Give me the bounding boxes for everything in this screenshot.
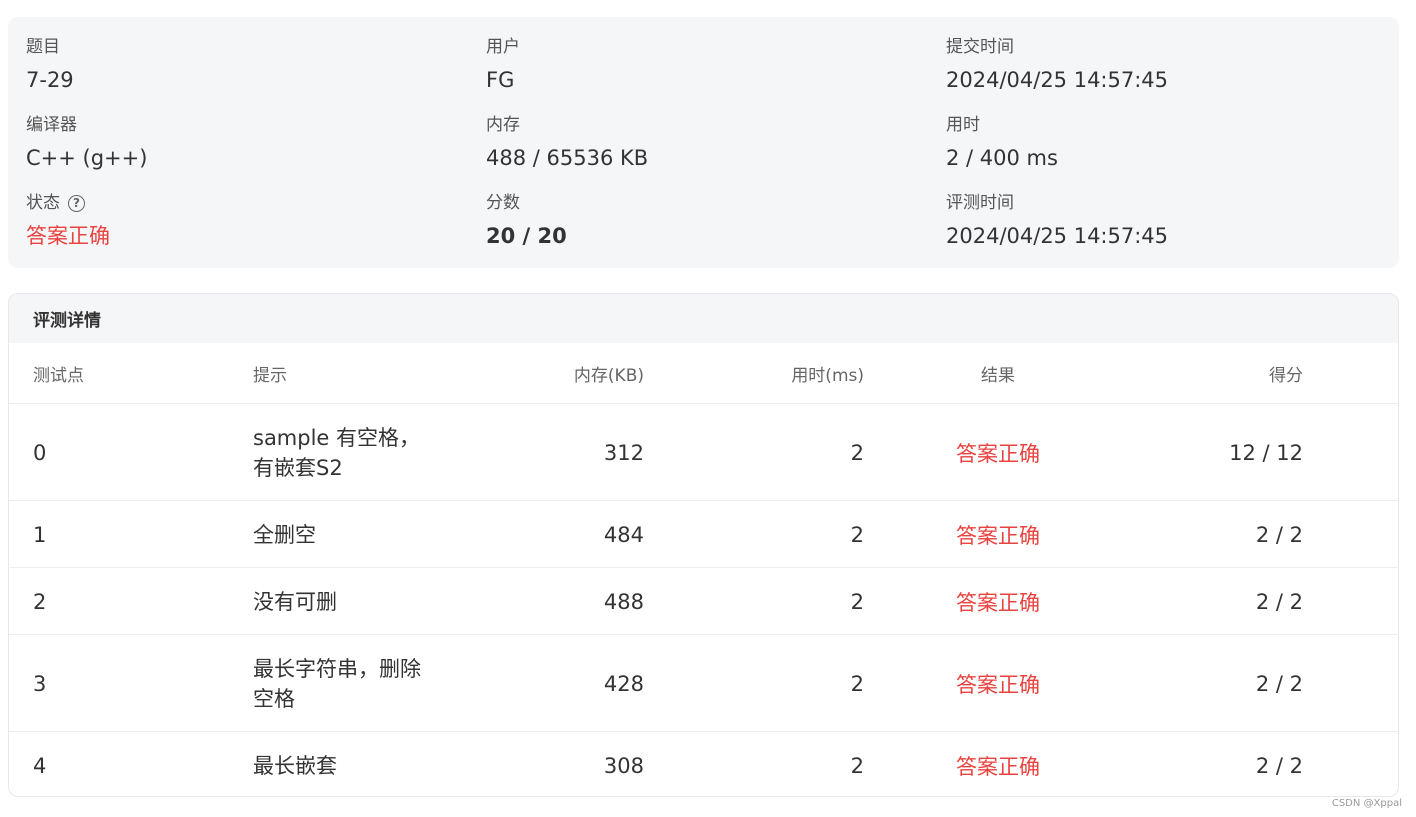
case-id: 0 [33, 440, 47, 465]
watermark: CSDN @Xppal [1331, 798, 1402, 809]
case-time: 2 [850, 522, 864, 547]
compiler-label: 编译器 [26, 115, 77, 135]
memory-field: 内存 488 / 65536 KB [486, 114, 648, 172]
user-label: 用户 [486, 37, 520, 57]
score-field: 分数 20 / 20 [486, 192, 567, 250]
compiler-value: C++ (g++) [26, 146, 148, 170]
table-row: 0 sample 有空格，有嵌套S2 312 2 答案正确 12 / 12 [9, 403, 1398, 501]
case-id: 4 [33, 753, 47, 778]
user-field: 用户 FG [486, 36, 520, 94]
case-id: 2 [33, 589, 47, 614]
case-score: 2 / 2 [1255, 522, 1303, 547]
case-result: 答案正确 [956, 672, 1040, 697]
submit-time-value: 2024/04/25 14:57:45 [946, 68, 1169, 92]
case-id: 3 [33, 671, 47, 696]
judge-details-panel: 评测详情 测试点 提示 内存(KB) 用时(ms) 结果 得分 0 sample… [8, 293, 1399, 797]
case-hint: sample 有空格，有嵌套S2 [253, 425, 421, 480]
case-hint: 全删空 [253, 522, 316, 547]
submission-summary-panel: 题目 7-29 用户 FG 提交时间 2024/04/25 14:57:45 编… [8, 17, 1399, 268]
case-memory: 484 [603, 522, 644, 547]
judge-time-value: 2024/04/25 14:57:45 [946, 224, 1169, 248]
table-row: 4 最长嵌套 308 2 答案正确 2 / 2 [9, 731, 1398, 796]
status-label-row: 状态 ? [26, 192, 110, 214]
time-field: 用时 2 / 400 ms [946, 114, 1058, 172]
score-label: 分数 [486, 193, 520, 213]
time-value: 2 / 400 ms [946, 146, 1058, 170]
memory-value: 488 / 65536 KB [486, 146, 649, 170]
status-label: 状态 [26, 193, 60, 213]
case-result: 答案正确 [956, 523, 1040, 548]
case-hint: 最长嵌套 [253, 753, 337, 778]
case-result: 答案正确 [956, 590, 1040, 615]
col-hint-header: 提示 [253, 365, 287, 386]
col-memory-header: 内存(KB) [573, 365, 644, 386]
case-score: 12 / 12 [1229, 440, 1303, 465]
submit-time-label: 提交时间 [946, 37, 1014, 57]
user-value[interactable]: FG [486, 66, 520, 94]
case-memory: 488 [603, 589, 644, 614]
col-time-header: 用时(ms) [791, 365, 864, 386]
judge-time-label: 评测时间 [946, 193, 1014, 213]
table-row: 3 最长字符串，删除空格 428 2 答案正确 2 / 2 [9, 634, 1398, 732]
case-memory: 312 [603, 440, 644, 465]
case-hint: 没有可删 [253, 589, 337, 614]
compiler-field: 编译器 C++ (g++) [26, 114, 147, 172]
case-memory: 428 [603, 671, 644, 696]
case-result: 答案正确 [956, 754, 1040, 779]
col-case-header: 测试点 [33, 365, 84, 386]
judge-details-title: 评测详情 [9, 294, 1398, 343]
case-time: 2 [850, 753, 864, 778]
case-score: 2 / 2 [1255, 671, 1303, 696]
help-icon[interactable]: ? [68, 194, 85, 212]
time-label: 用时 [946, 115, 980, 135]
col-score-header: 得分 [1269, 365, 1303, 386]
case-time: 2 [850, 671, 864, 696]
problem-value[interactable]: 7-29 [26, 66, 74, 94]
case-hint: 最长字符串，删除空格 [253, 656, 421, 711]
problem-label: 题目 [26, 37, 60, 57]
case-result: 答案正确 [956, 441, 1040, 466]
judge-time-field: 评测时间 2024/04/25 14:57:45 [946, 192, 1168, 250]
table-header-row: 测试点 提示 内存(KB) 用时(ms) 结果 得分 [9, 343, 1398, 403]
status-field: 状态 ? 答案正确 [26, 192, 110, 250]
table-row: 2 没有可删 488 2 答案正确 2 / 2 [9, 567, 1398, 635]
case-time: 2 [850, 440, 864, 465]
memory-label: 内存 [486, 115, 520, 135]
table-row: 1 全删空 484 2 答案正确 2 / 2 [9, 500, 1398, 568]
case-score: 2 / 2 [1255, 589, 1303, 614]
case-time: 2 [850, 589, 864, 614]
col-result-header: 结果 [981, 365, 1015, 386]
status-value: 答案正确 [26, 224, 110, 248]
case-score: 2 / 2 [1255, 753, 1303, 778]
case-memory: 308 [603, 753, 644, 778]
score-value: 20 / 20 [486, 224, 567, 248]
problem-field: 题目 7-29 [26, 36, 74, 94]
submit-time-field: 提交时间 2024/04/25 14:57:45 [946, 36, 1168, 94]
case-id: 1 [33, 522, 47, 547]
